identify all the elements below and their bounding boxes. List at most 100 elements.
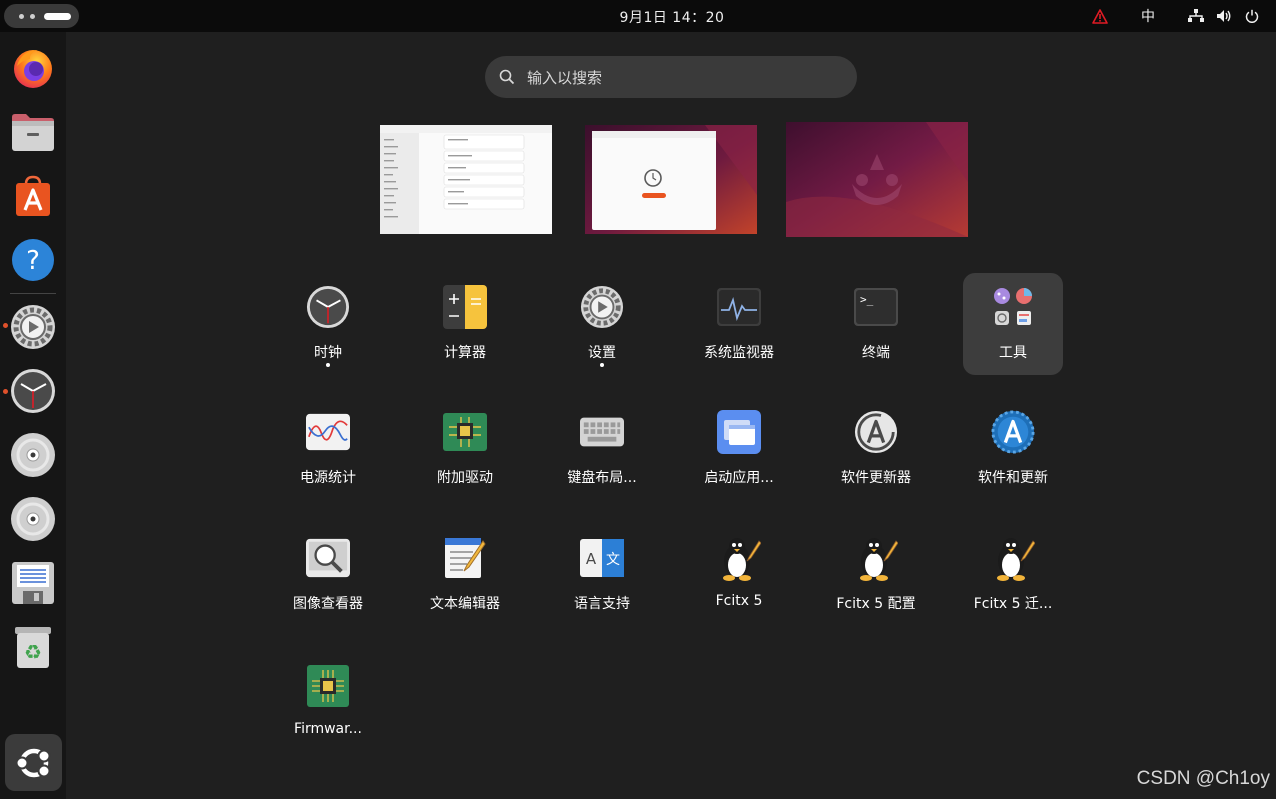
app-tile-settings[interactable]: 设置 <box>552 273 652 375</box>
app-tile-additional-drivers[interactable]: 附加驱动 <box>415 398 515 500</box>
terminal-icon: >_ <box>854 288 898 326</box>
files-icon <box>12 114 54 151</box>
trash-icon: ♻ <box>15 627 51 668</box>
app-tile-keyboard-layout[interactable]: 键盘布局... <box>552 398 652 500</box>
app-tile-startup-applications[interactable]: 启动应用... <box>689 398 789 500</box>
power-icon[interactable] <box>1242 6 1262 26</box>
penguin-icon <box>997 538 1035 581</box>
dock-item-app-center[interactable] <box>8 171 58 221</box>
dock-item-clocks[interactable] <box>8 366 58 416</box>
workspace-dot <box>19 14 24 19</box>
disc-icon <box>11 497 55 541</box>
app-label: 计算器 <box>444 345 486 361</box>
clock-window-preview <box>585 125 757 234</box>
dock: ? ♻ <box>0 32 66 799</box>
settings-icon <box>11 305 55 349</box>
language-support-icon: A文 <box>580 539 624 577</box>
svg-text:文: 文 <box>606 552 620 568</box>
app-tile-terminal[interactable]: >_ 终端 <box>826 273 926 375</box>
input-method-indicator[interactable]: 中 <box>1138 6 1158 26</box>
active-workspace-pill <box>44 13 71 20</box>
dock-item-files[interactable] <box>8 107 58 157</box>
svg-text:>_: >_ <box>860 293 874 306</box>
dock-item-trash[interactable]: ♻ <box>8 622 58 672</box>
firmware-chip-icon <box>307 665 349 707</box>
settings-window-preview <box>380 125 552 234</box>
calculator-icon <box>443 285 487 329</box>
app-tile-software-updates[interactable]: 软件和更新 <box>963 398 1063 500</box>
app-tile-fcitx5-migrator[interactable]: Fcitx 5 迁... <box>963 524 1063 626</box>
workspace-thumbnail-2[interactable] <box>585 125 757 234</box>
app-label: 软件和更新 <box>978 470 1048 486</box>
ubuntu-logo-icon <box>15 748 50 777</box>
svg-text:?: ? <box>26 246 40 276</box>
text-editor-icon <box>445 538 486 578</box>
show-apps-button[interactable] <box>5 734 62 791</box>
app-label: Firmwar... <box>294 721 362 737</box>
app-label: 时钟 <box>314 345 342 361</box>
clock-icon <box>11 369 55 413</box>
app-tile-language-support[interactable]: A文 语言支持 <box>552 524 652 626</box>
dock-item-disc-2[interactable] <box>8 494 58 544</box>
app-tile-image-viewer[interactable]: 图像查看器 <box>278 524 378 626</box>
software-updater-icon <box>854 410 898 454</box>
search-bar[interactable] <box>485 56 857 98</box>
app-tile-system-monitor[interactable]: 系统监视器 <box>689 273 789 375</box>
warning-icon[interactable] <box>1090 6 1110 26</box>
app-tile-fcitx5[interactable]: Fcitx 5 <box>689 524 789 626</box>
penguin-icon <box>860 538 898 581</box>
app-tile-firmware[interactable]: Firmwar... <box>278 652 378 754</box>
app-label: 附加驱动 <box>437 470 493 486</box>
utilities-folder-icon <box>994 288 1032 325</box>
settings-icon <box>580 285 624 329</box>
app-tile-power-statistics[interactable]: 电源统计 <box>278 398 378 500</box>
dock-item-firefox[interactable] <box>8 43 58 93</box>
app-center-icon <box>16 175 50 216</box>
power-statistics-icon <box>306 413 350 451</box>
app-label: 文本编辑器 <box>430 596 500 612</box>
running-indicator <box>600 363 604 367</box>
dock-item-help[interactable]: ? <box>8 235 58 285</box>
volume-icon[interactable] <box>1214 6 1234 26</box>
disc-icon <box>11 433 55 477</box>
app-folder-utilities[interactable]: 工具 <box>963 273 1063 375</box>
app-label: 设置 <box>588 345 616 361</box>
dock-item-floppy[interactable] <box>8 558 58 608</box>
app-label: 键盘布局... <box>567 470 637 486</box>
app-label: Fcitx 5 迁... <box>973 596 1053 612</box>
dock-item-settings[interactable] <box>8 302 58 352</box>
running-indicator <box>326 363 330 367</box>
system-monitor-icon <box>717 288 761 326</box>
network-icon[interactable] <box>1186 6 1206 26</box>
clock-icon <box>306 285 350 329</box>
app-label: 终端 <box>862 345 890 361</box>
app-label: Fcitx 5 <box>715 593 763 609</box>
keyboard-icon <box>580 417 624 447</box>
startup-apps-icon <box>717 410 761 454</box>
search-input[interactable] <box>525 64 829 92</box>
app-tile-text-editor[interactable]: 文本编辑器 <box>415 524 515 626</box>
firefox-icon <box>14 50 52 88</box>
workspace-thumbnail-3[interactable] <box>786 122 968 237</box>
dock-item-disc-1[interactable] <box>8 430 58 480</box>
app-label: 系统监视器 <box>704 345 774 361</box>
date-time[interactable]: 9月1日 14：20 <box>600 7 744 27</box>
app-label: 语言支持 <box>574 596 630 612</box>
app-tile-clocks[interactable]: 时钟 <box>278 273 378 375</box>
app-label: 软件更新器 <box>841 470 911 486</box>
app-tile-fcitx5-config[interactable]: Fcitx 5 配置 <box>826 524 926 626</box>
software-updates-icon <box>991 410 1035 454</box>
activities-button[interactable] <box>4 4 79 28</box>
svg-text:♻: ♻ <box>24 640 42 664</box>
app-label: 图像查看器 <box>293 596 363 612</box>
app-tile-calculator[interactable]: 计算器 <box>415 273 515 375</box>
workspace-dot <box>30 14 35 19</box>
workspace-thumbnail-1[interactable] <box>380 125 552 234</box>
app-label: 电源统计 <box>300 470 356 486</box>
app-label: Fcitx 5 配置 <box>836 596 916 612</box>
svg-text:A: A <box>586 550 597 568</box>
top-bar: 9月1日 14：20 中 <box>0 0 1276 32</box>
app-label: 启动应用... <box>704 470 774 486</box>
additional-drivers-icon <box>443 413 487 451</box>
app-tile-software-updater[interactable]: 软件更新器 <box>826 398 926 500</box>
